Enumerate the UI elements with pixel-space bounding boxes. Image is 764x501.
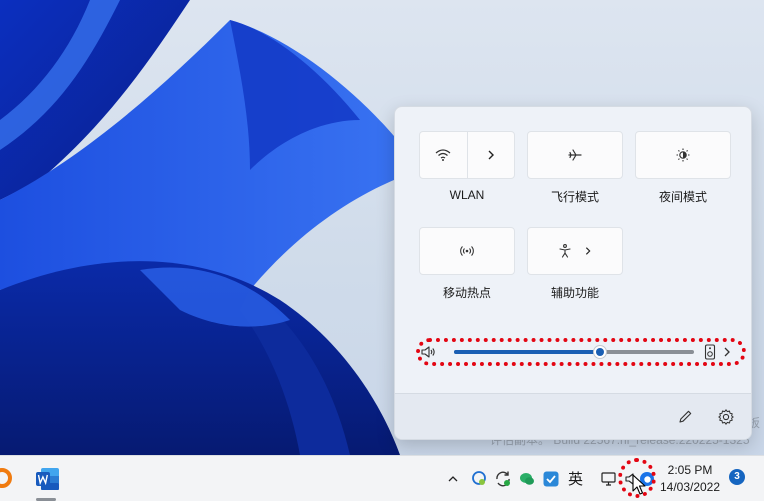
wlan-toggle[interactable] [420,132,467,178]
airplane-icon [567,147,583,163]
security-icon[interactable] [540,467,562,491]
network-icon[interactable] [598,467,620,491]
sync-icon[interactable] [492,467,514,491]
clock-date: 14/03/2022 [659,480,721,494]
night-light-tile[interactable] [635,131,731,179]
app-orange-icon[interactable] [0,464,16,492]
mobile-hotspot-tile[interactable] [419,227,515,275]
ime-indicator[interactable]: 英 [568,468,583,489]
mouse-cursor-icon [632,474,646,501]
chat-icon[interactable] [468,467,490,491]
volume-row [416,338,746,366]
volume-slider[interactable] [454,345,694,359]
night-light-label: 夜间模式 [658,190,707,204]
volume-output-chevron-icon[interactable] [722,344,732,365]
accessibility-icon [557,243,573,259]
wechat-icon[interactable] [516,467,538,491]
wlan-expand-button[interactable] [466,132,515,178]
notification-badge[interactable]: 3 [729,469,745,485]
volume-slider-fill [454,350,601,354]
quick-settings-panel: WLAN 飞行模式 夜间模式 移动热点 辅助功能 [394,106,752,440]
wlan-tile[interactable] [419,131,515,179]
accessibility-tile[interactable] [527,227,623,275]
volume-icon[interactable] [420,344,436,365]
airplane-mode-tile[interactable] [527,131,623,179]
hotspot-icon [459,243,475,259]
night-light-icon [675,147,691,163]
quick-settings-footer [395,393,751,439]
wlan-label: WLAN [449,188,485,202]
speaker-device-icon[interactable] [704,344,716,365]
chevron-right-icon [485,149,497,161]
airplane-mode-label: 飞行模式 [550,190,599,204]
chevron-right-icon [583,246,593,256]
chevron-up-icon[interactable] [444,468,462,490]
word-icon[interactable] [34,464,62,494]
pencil-icon[interactable] [677,409,693,430]
gear-icon[interactable] [717,408,735,431]
system-clock[interactable]: 2:05 PM 14/03/2022 [655,462,725,496]
mobile-hotspot-label: 移动热点 [442,286,491,300]
wifi-icon [435,147,451,163]
accessibility-label: 辅助功能 [550,286,599,300]
clock-time: 2:05 PM [667,463,713,477]
